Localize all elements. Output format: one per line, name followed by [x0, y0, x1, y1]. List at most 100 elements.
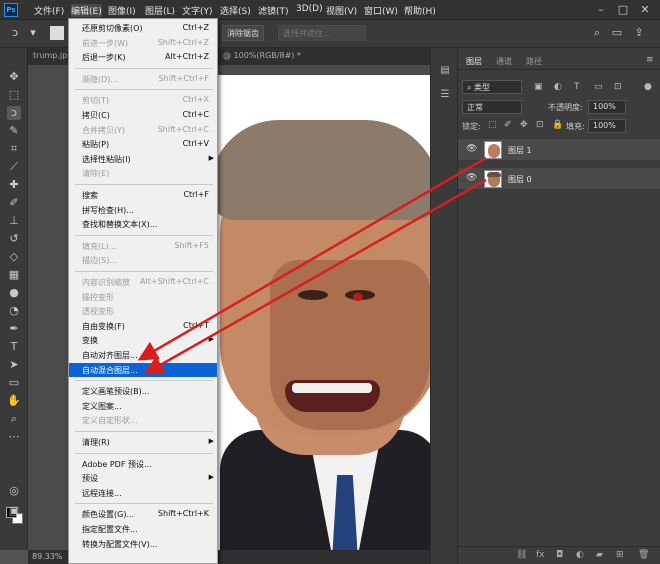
- tab-current-doc[interactable]: @ 100%(RGB/8#) *: [218, 48, 306, 65]
- edit-menu-item[interactable]: 预设 ▶: [69, 471, 217, 485]
- layer-name[interactable]: 图层 1: [508, 145, 532, 156]
- edit-menu-item[interactable]: 转换为配置文件(V)...: [69, 537, 217, 551]
- blend-mode-select[interactable]: 正常: [462, 100, 522, 114]
- new-selection-icon[interactable]: [50, 26, 64, 40]
- link-layers-icon[interactable]: ⛓: [516, 550, 527, 560]
- dodge-tool-icon[interactable]: ◔: [7, 304, 21, 318]
- eyedropper-icon[interactable]: ⟋: [7, 160, 21, 174]
- edit-menu-item[interactable]: 合并拷贝(Y) Shift+Ctrl+C: [69, 123, 217, 137]
- visibility-eye-icon[interactable]: 👁: [466, 173, 477, 183]
- workspace-icon[interactable]: ▭: [610, 26, 624, 40]
- menu-3d[interactable]: 3D(D): [296, 4, 323, 17]
- menu-edit[interactable]: 编辑(E): [71, 4, 102, 17]
- lock-paint-icon[interactable]: ✐: [504, 120, 512, 130]
- filter-toggle-icon[interactable]: ●: [644, 82, 652, 92]
- tab-layers[interactable]: 图层: [466, 56, 482, 67]
- quick-mask-icon[interactable]: ◎: [7, 484, 21, 498]
- history-panel-icon[interactable]: ▤: [438, 64, 452, 78]
- screen-mode-icon[interactable]: ▣: [7, 504, 21, 518]
- minimize-icon[interactable]: –: [594, 3, 608, 17]
- adjustment-layer-icon[interactable]: ◐: [576, 550, 584, 560]
- filter-type-icon[interactable]: T: [574, 82, 580, 92]
- edit-menu-item[interactable]: 远程连接...: [69, 486, 217, 500]
- panel-menu-icon[interactable]: ≡: [646, 55, 654, 65]
- blur-tool-icon[interactable]: ●: [7, 286, 21, 300]
- filter-adjust-icon[interactable]: ◐: [554, 82, 562, 92]
- menu-file[interactable]: 文件(F): [34, 4, 64, 17]
- filter-pixel-icon[interactable]: ▣: [534, 82, 543, 92]
- menu-image[interactable]: 图像(I): [108, 4, 136, 17]
- edit-menu-item[interactable]: 透视变形: [69, 304, 217, 318]
- edit-menu-item[interactable]: 定义画笔预设(B)...: [69, 384, 217, 398]
- filter-shape-icon[interactable]: ▭: [594, 82, 603, 92]
- opacity-input[interactable]: 100%: [588, 100, 626, 114]
- path-select-icon[interactable]: ➤: [7, 358, 21, 372]
- lock-pixels-icon[interactable]: ⬚: [488, 120, 497, 130]
- menu-filter[interactable]: 滤镜(T): [258, 4, 289, 17]
- menu-layer[interactable]: 图层(L): [145, 4, 175, 17]
- zoom-tool-icon[interactable]: ⌕: [7, 412, 21, 426]
- edit-menu-item[interactable]: 描边(S)...: [69, 253, 217, 267]
- tab-trump[interactable]: trump.jp: [28, 48, 72, 65]
- layer-row[interactable]: 👁 图层 1: [458, 139, 660, 161]
- menu-view[interactable]: 视图(V): [326, 4, 357, 17]
- close-icon[interactable]: ✕: [638, 3, 652, 17]
- group-icon[interactable]: ▰: [596, 550, 603, 560]
- marquee-tool-icon[interactable]: ⬚: [7, 88, 21, 102]
- chevron-down-icon[interactable]: ▾: [26, 26, 40, 40]
- fill-input[interactable]: 100%: [588, 119, 626, 133]
- fx-icon[interactable]: fx: [536, 550, 545, 560]
- filter-smart-icon[interactable]: ⊡: [614, 82, 622, 92]
- new-layer-icon[interactable]: ⊞: [616, 550, 624, 560]
- move-tool-icon[interactable]: ✥: [7, 70, 21, 84]
- layer-name[interactable]: 图层 0: [508, 174, 532, 185]
- layer-row[interactable]: 👁 图层 0: [458, 168, 660, 190]
- edit-menu-item[interactable]: 粘贴(P) Ctrl+V: [69, 137, 217, 151]
- lock-all-icon[interactable]: 🔒: [552, 120, 563, 130]
- lasso-tool-icon[interactable]: ↄ: [8, 26, 22, 40]
- stamp-tool-icon[interactable]: ⊥: [7, 214, 21, 228]
- edit-menu-item[interactable]: 自动混合图层...: [69, 362, 217, 377]
- edit-menu-item[interactable]: 定义自定形状...: [69, 413, 217, 427]
- menu-window[interactable]: 窗口(W): [364, 4, 398, 17]
- filter-kind-select[interactable]: ⌕ 类型: [462, 80, 522, 94]
- select-subject-button[interactable]: 消除锯齿: [222, 25, 264, 41]
- menu-help[interactable]: 帮助(H): [404, 4, 436, 17]
- more-tools-icon[interactable]: ⋯: [7, 430, 21, 444]
- brush-tool-icon[interactable]: ✐: [7, 196, 21, 210]
- edit-menu-item[interactable]: Adobe PDF 预设...: [69, 457, 217, 471]
- edit-menu-item[interactable]: 选择性粘贴(I) ▶: [69, 152, 217, 166]
- edit-menu-item[interactable]: 自动对齐图层...: [69, 348, 217, 362]
- edit-menu-item[interactable]: 清除(E): [69, 166, 217, 180]
- maximize-icon[interactable]: □: [616, 3, 630, 17]
- lasso-tool-icon[interactable]: ↄ: [7, 106, 21, 120]
- edit-menu-item[interactable]: 指定配置文件...: [69, 522, 217, 536]
- type-tool-icon[interactable]: T: [7, 340, 21, 354]
- hand-tool-icon[interactable]: ✋: [7, 394, 21, 408]
- eraser-tool-icon[interactable]: ◇: [7, 250, 21, 264]
- select-and-mask-button[interactable]: 选择并遮住...: [278, 25, 366, 41]
- zoom-level[interactable]: 89.33%: [32, 552, 63, 561]
- edit-menu-item[interactable]: 颜色设置(G)... Shift+Ctrl+K: [69, 507, 217, 521]
- menu-type[interactable]: 文字(Y): [182, 4, 213, 17]
- edit-menu-item[interactable]: 还原剪切像素(O) Ctrl+Z: [69, 21, 217, 35]
- shape-tool-icon[interactable]: ▭: [7, 376, 21, 390]
- visibility-eye-icon[interactable]: 👁: [466, 144, 477, 154]
- edit-menu-item[interactable]: 后退一步(K) Alt+Ctrl+Z: [69, 50, 217, 64]
- edit-menu-item[interactable]: 查找和替换文本(X)...: [69, 217, 217, 231]
- search-icon[interactable]: ⌕: [590, 26, 604, 40]
- edit-menu-item[interactable]: 定义图案...: [69, 399, 217, 413]
- add-mask-icon[interactable]: ◘: [556, 550, 563, 560]
- edit-menu-item[interactable]: 内容识别缩放 Alt+Shift+Ctrl+C: [69, 275, 217, 289]
- share-icon[interactable]: ⇪: [632, 26, 646, 40]
- lock-artboard-icon[interactable]: ⊡: [536, 120, 544, 130]
- gradient-tool-icon[interactable]: ▦: [7, 268, 21, 282]
- lock-position-icon[interactable]: ✥: [520, 120, 528, 130]
- edit-menu-item[interactable]: 拷贝(C) Ctrl+C: [69, 108, 217, 122]
- tab-channels[interactable]: 通道: [496, 56, 512, 67]
- edit-menu-item[interactable]: 渐隐(D)... Shift+Ctrl+F: [69, 72, 217, 86]
- edit-menu-item[interactable]: 清理(R) ▶: [69, 435, 217, 449]
- edit-menu-item[interactable]: 剪切(T) Ctrl+X: [69, 93, 217, 107]
- edit-menu-item[interactable]: 变换 ▶: [69, 333, 217, 347]
- history-brush-icon[interactable]: ↺: [7, 232, 21, 246]
